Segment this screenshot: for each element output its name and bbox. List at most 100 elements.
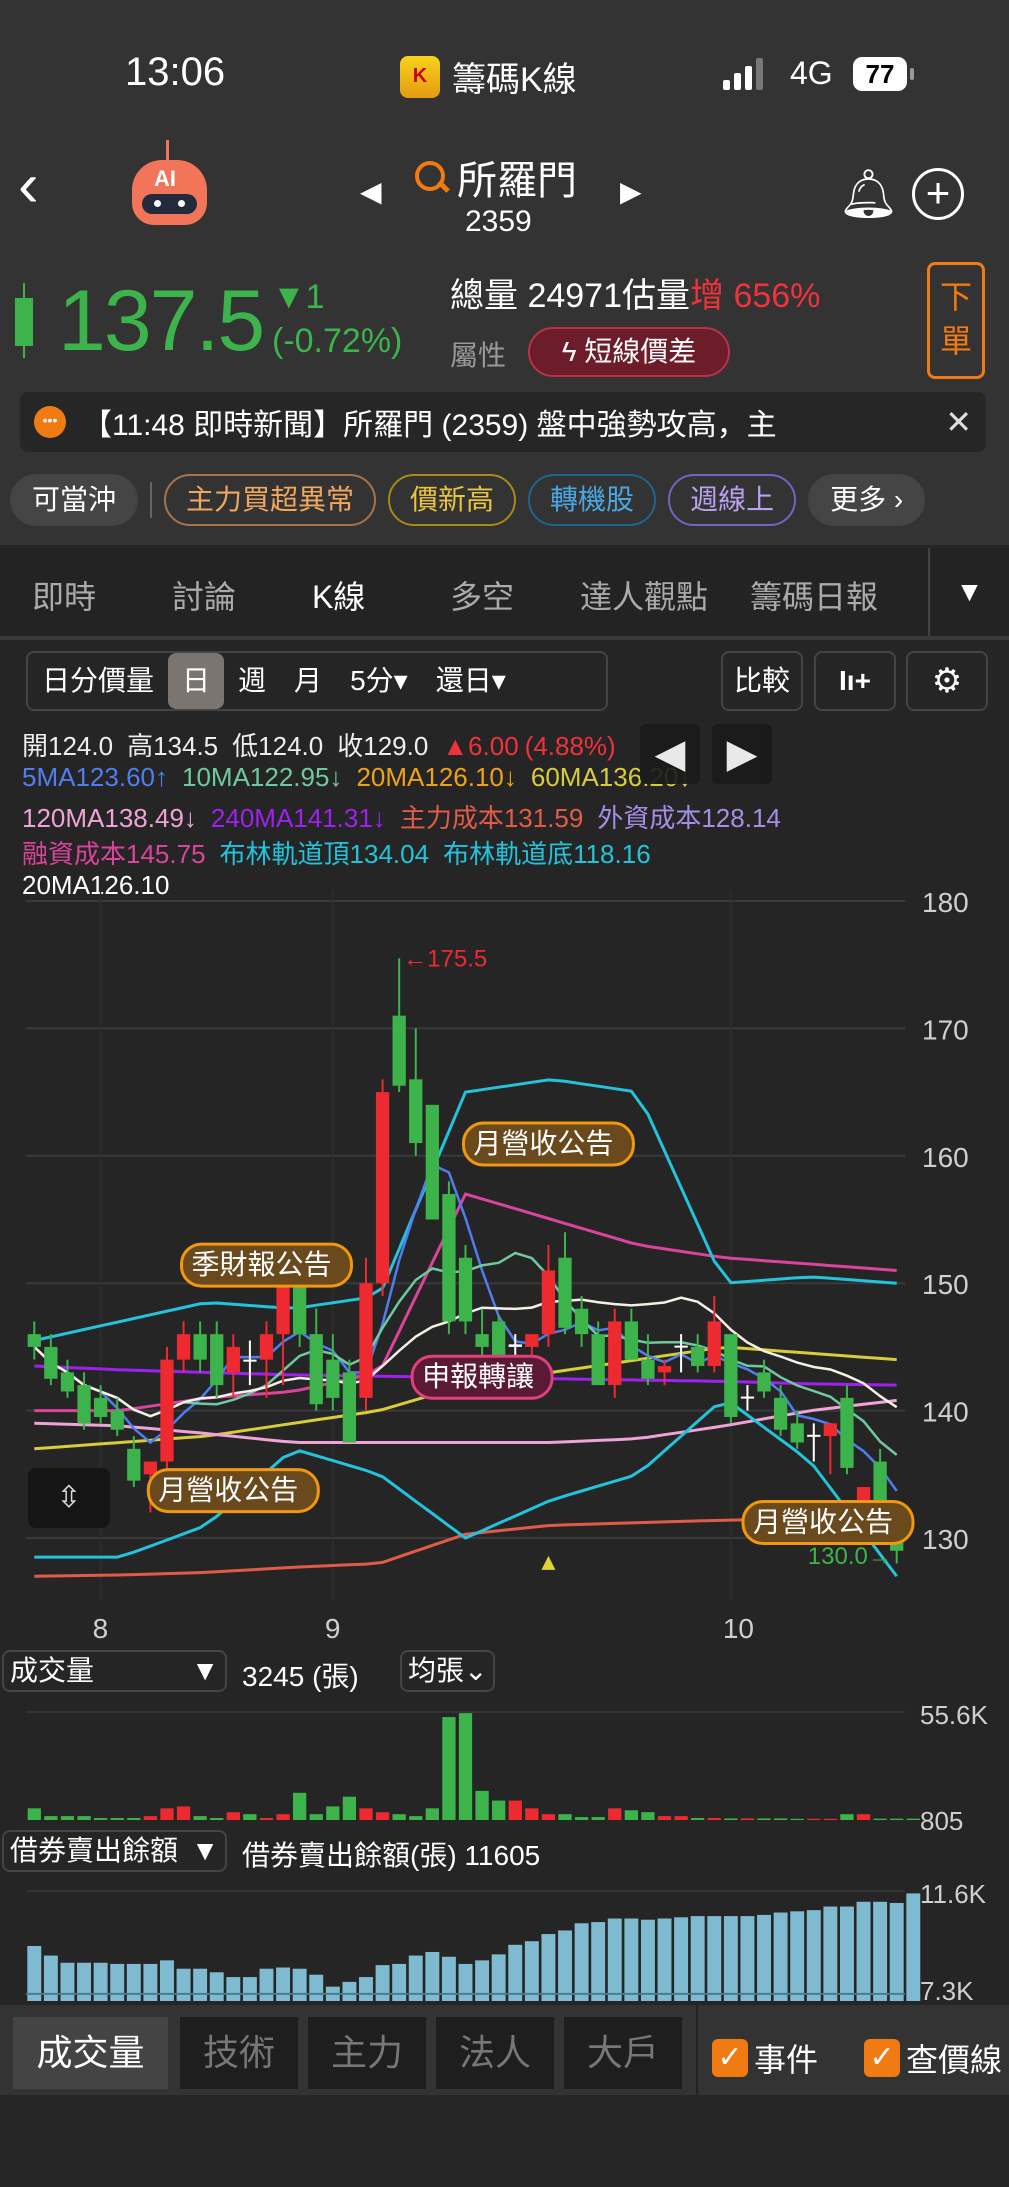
- volume-bar: [77, 1816, 91, 1820]
- tab-0[interactable]: 即時: [32, 572, 96, 618]
- period-option[interactable]: 週: [224, 653, 280, 709]
- prev-candle-button[interactable]: ◀: [640, 724, 700, 784]
- candle: [691, 1334, 705, 1373]
- tag-chip[interactable]: 價新高: [388, 474, 517, 526]
- candle: [226, 1334, 240, 1398]
- short-balance-bar: [359, 1977, 373, 2001]
- compare-button[interactable]: 比較: [721, 651, 803, 711]
- checkbox-0[interactable]: ✓ 事件: [712, 2035, 818, 2081]
- event-annotation[interactable]: 月營收公告: [146, 1468, 320, 1514]
- volume-summary: 總量 24971估量增 656%: [450, 268, 820, 317]
- add-indicator-button[interactable]: Iı+: [814, 651, 896, 711]
- short-balance-bar: [160, 1960, 174, 2001]
- y-tick-label: 180: [922, 890, 969, 918]
- tag-chip[interactable]: 主力買超異常: [164, 474, 377, 526]
- event-annotation[interactable]: 季財報公告: [179, 1242, 353, 1288]
- ai-robot-button[interactable]: AI: [132, 140, 207, 225]
- volume-bar: [574, 1817, 589, 1820]
- y-tick-label: 160: [922, 1142, 969, 1173]
- settings-gear-icon[interactable]: ⚙: [906, 651, 988, 711]
- tab-3[interactable]: 多空: [450, 572, 514, 618]
- tab-1[interactable]: 討論: [172, 572, 236, 618]
- candle-icon: [15, 283, 33, 358]
- tab-5[interactable]: 籌碼日報: [750, 572, 878, 618]
- period-option[interactable]: 還日▾: [422, 653, 520, 709]
- news-text: 【11:48 即時新聞】所羅門 (2359) 盤中強勢攻高，主: [82, 409, 777, 442]
- short-balance-bar: [889, 1902, 904, 2001]
- legend-item: 20MA126.10↓: [356, 762, 517, 792]
- short-indicator-select[interactable]: 借券賣出餘額 ▼: [2, 1830, 227, 1872]
- tab-4[interactable]: 達人觀點: [580, 572, 708, 618]
- network-type: 4G: [790, 55, 833, 91]
- bottom-tab-0[interactable]: 成交量: [13, 2017, 168, 2089]
- checkbox-1[interactable]: ✓ 查價線: [864, 2035, 1002, 2081]
- candle: [823, 1423, 838, 1475]
- avg-lots-button[interactable]: 均張⌄: [400, 1650, 496, 1692]
- svg-text:季財報公告: 季財報公告: [191, 1249, 331, 1280]
- short-balance-bar: [110, 1963, 125, 2001]
- period-option[interactable]: 日: [168, 653, 225, 709]
- period-option[interactable]: 月: [280, 653, 336, 709]
- short-balance-bar: [674, 1917, 689, 2001]
- volume-bar: [210, 1818, 224, 1820]
- tabs-more-button[interactable]: ▼: [928, 548, 1009, 636]
- candle: [624, 1308, 638, 1360]
- high-marker: ←175.5: [403, 945, 487, 972]
- short-balance-bar: [906, 1893, 921, 2001]
- volume-bar: [392, 1814, 406, 1820]
- bottom-tab-2[interactable]: 主力: [308, 2017, 426, 2089]
- bottom-tab-3[interactable]: 法人: [436, 2017, 554, 2089]
- volume-bar: [342, 1796, 357, 1820]
- tag-chip[interactable]: 週線上: [668, 474, 797, 526]
- prev-stock-button[interactable]: ◀: [360, 175, 382, 208]
- bottom-tab-4[interactable]: 大戶: [564, 2017, 682, 2089]
- event-annotation[interactable]: 申報轉讓: [410, 1354, 554, 1400]
- tag-chip[interactable]: 轉機股: [528, 474, 657, 526]
- volume-bar: [591, 1817, 605, 1820]
- next-candle-button[interactable]: ▶: [712, 724, 772, 784]
- period-option[interactable]: 日分價量: [28, 653, 168, 709]
- status-time: 13:06: [125, 50, 226, 94]
- event-annotation[interactable]: 月營收公告: [461, 1121, 635, 1167]
- short-balance-value: 借券賣出餘額(張) 11605: [242, 1840, 541, 1871]
- candle: [375, 1079, 390, 1296]
- short-min-label: 7.3K: [920, 1976, 974, 2005]
- candle: [740, 1385, 755, 1411]
- volume-bar: [740, 1818, 755, 1820]
- event-triangle-icon[interactable]: [541, 1555, 556, 1570]
- volume-bar: [558, 1814, 572, 1820]
- volume-bar: [641, 1812, 655, 1820]
- svg-text:申報轉讓: 申報轉讓: [422, 1361, 534, 1392]
- tag-chip[interactable]: 更多 ›: [808, 474, 926, 526]
- next-stock-button[interactable]: ▶: [620, 175, 642, 208]
- volume-indicator-select[interactable]: 成交量 ▼: [2, 1650, 227, 1692]
- candle: [409, 1028, 423, 1156]
- battery-icon: 77: [853, 57, 914, 91]
- order-button[interactable]: 下單: [927, 262, 985, 379]
- attribute-badge[interactable]: ϟ 短線價差: [528, 327, 730, 377]
- period-option[interactable]: 5分▾: [336, 653, 422, 709]
- bottom-tab-1[interactable]: 技術: [180, 2017, 298, 2089]
- short-balance-bar: [226, 1977, 241, 2001]
- legend-item: 240MA141.31↓: [210, 803, 386, 833]
- tag-chip[interactable]: 可當沖: [10, 474, 139, 526]
- close-news-button[interactable]: ✕: [945, 403, 972, 441]
- candlestick-chart[interactable]: 1801701601501401308 9 10←175.5130.0→季財報公告月…: [0, 890, 1009, 1650]
- short-balance-bar: [392, 1963, 407, 2001]
- volume-bar: [790, 1818, 804, 1820]
- volume-bar: [707, 1818, 721, 1820]
- volume-bar: [442, 1717, 456, 1820]
- volume-bar: [807, 1818, 821, 1820]
- add-watchlist-button[interactable]: +: [912, 168, 964, 220]
- candle: [707, 1295, 721, 1373]
- news-banner[interactable]: ••• 【11:48 即時新聞】所羅門 (2359) 盤中強勢攻高，主 ✕: [20, 392, 986, 452]
- stock-search[interactable]: 所羅門: [413, 148, 577, 206]
- tab-2[interactable]: K線: [312, 572, 365, 618]
- volume-bar: [608, 1808, 622, 1820]
- event-annotation[interactable]: 月營收公告: [741, 1499, 915, 1545]
- back-button[interactable]: ‹: [18, 155, 39, 217]
- resize-handle-icon[interactable]: ⇳: [28, 1468, 110, 1528]
- ma-legend: 5MA123.60↑ 10MA122.95↓ 20MA126.10↓ 60MA136.…: [22, 762, 705, 793]
- legend-item: 外資成本128.14: [597, 803, 781, 833]
- bell-icon[interactable]: 🔔︎: [838, 165, 899, 222]
